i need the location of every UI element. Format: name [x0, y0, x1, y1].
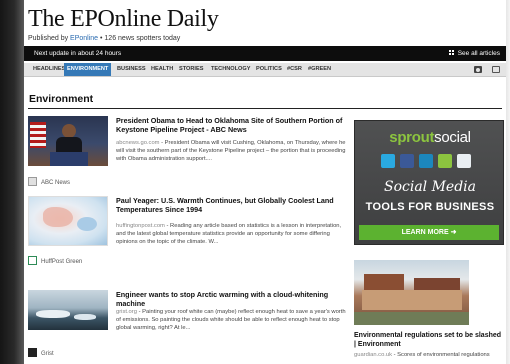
article-source[interactable]: ABC News [28, 177, 70, 186]
article-headline[interactable]: Engineer wants to stop Arctic warming wi… [116, 290, 346, 308]
nav-item-green[interactable]: #GREEN [305, 63, 334, 76]
house-wall [362, 290, 462, 310]
camera-icon[interactable] [474, 66, 482, 73]
category-nav: HEADLINES ENVIRONMENT BUSINESS HEALTH ST… [24, 63, 506, 77]
side-story-summary: guardian.co.uk - Scores of environmental… [354, 352, 504, 358]
podium-graphic [50, 152, 88, 166]
article-summary: grist.org - Painting your roof white can… [116, 308, 348, 332]
site-title[interactable]: The EPOnline Daily [28, 6, 219, 32]
nav-item-business[interactable]: BUSINESS [114, 63, 149, 76]
check-icon [438, 154, 452, 168]
article-thumbnail[interactable] [28, 196, 108, 246]
summary-source[interactable]: huffingtonpost.com [116, 223, 165, 229]
side-story-thumbnail[interactable] [354, 260, 469, 325]
ad-social-icons [381, 154, 481, 170]
nav-item-stories[interactable]: STORIES [176, 63, 206, 76]
map-region [43, 207, 73, 227]
ad-headline: Social Media [383, 179, 477, 195]
nav-item-politics[interactable]: POLITICS [253, 63, 285, 76]
source-name: ABC News [41, 180, 71, 186]
grist-logo-icon [28, 348, 37, 357]
section-divider [28, 108, 502, 109]
huffpost-logo-icon [28, 256, 37, 265]
flag-graphic [30, 122, 46, 148]
summary-text: - Scores of environmental regulations [392, 352, 490, 358]
byline: Published by EPonline • 126 news spotter… [28, 35, 219, 42]
byline-suffix: • 126 news spotters today [98, 35, 181, 42]
source-logo-icon [28, 177, 37, 186]
nav-item-technology[interactable]: TECHNOLOGY [208, 63, 253, 76]
analytics-icon [457, 154, 471, 168]
grid-icon [448, 50, 455, 56]
article-headline[interactable]: President Obama to Head to Oklahoma Site… [116, 116, 346, 134]
source-name: HuffPost Green [41, 259, 83, 265]
article-headline[interactable]: Paul Yeager: U.S. Warmth Continues, but … [116, 196, 346, 214]
article-summary: huffingtonpost.com - Reading any article… [116, 222, 348, 246]
update-bar: Next update in about 24 hours See all ar… [24, 46, 506, 61]
nav-item-csr[interactable]: #CSR [284, 63, 305, 76]
summary-text: - Painting your roof white can (maybe) r… [116, 309, 346, 331]
see-all-label: See all articles [457, 50, 500, 57]
section-title: Environment [29, 93, 94, 105]
learn-more-button[interactable]: LEARN MORE ➜ [359, 225, 499, 240]
article-source[interactable]: HuffPost Green [28, 256, 82, 265]
ad-brand: sproutsocial [355, 129, 505, 146]
ad-brand-a: sprout [389, 129, 435, 146]
article-summary: abcnews.go.com - President Obama will vi… [116, 139, 348, 163]
side-story-headline[interactable]: Environmental regulations set to be slas… [354, 331, 504, 349]
house-roof [364, 274, 404, 290]
masthead: The EPOnline Daily Published by EPonline… [28, 6, 219, 42]
facebook-icon [400, 154, 414, 168]
nav-item-health[interactable]: HEALTH [148, 63, 176, 76]
article-thumbnail[interactable] [28, 290, 108, 330]
nav-item-environment[interactable]: ENVIRONMENT [64, 63, 112, 76]
page: The EPOnline Daily Published by EPonline… [24, 0, 506, 364]
ice-floe [74, 314, 96, 320]
article-source[interactable]: Grist [28, 348, 54, 357]
ice-floe [36, 310, 70, 318]
ad-subheadline: TOOLS FOR BUSINESS [365, 201, 495, 213]
map-region [77, 217, 97, 231]
image-icon[interactable] [492, 66, 500, 73]
sproutsocial-ad[interactable]: sproutsocial Social Media TOOLS FOR BUSI… [354, 120, 504, 245]
article-thumbnail[interactable] [28, 116, 108, 166]
grass [354, 312, 469, 325]
see-all-articles-link[interactable]: See all articles [448, 46, 500, 61]
nav-item-headlines[interactable]: HEADLINES [30, 63, 68, 76]
summary-source[interactable]: abcnews.go.com [116, 140, 160, 146]
ad-brand-b: social [434, 129, 471, 146]
summary-source[interactable]: guardian.co.uk [354, 352, 392, 358]
screen-edge-left [0, 0, 24, 364]
byline-prefix: Published by [28, 35, 69, 42]
publisher-link[interactable]: EPonline [70, 35, 98, 42]
summary-source[interactable]: grist.org [116, 309, 137, 315]
speaker-head [62, 124, 76, 138]
twitter-icon [381, 154, 395, 168]
next-update-text: Next update in about 24 hours [34, 50, 122, 57]
source-name: Grist [41, 351, 54, 357]
linkedin-icon [419, 154, 433, 168]
